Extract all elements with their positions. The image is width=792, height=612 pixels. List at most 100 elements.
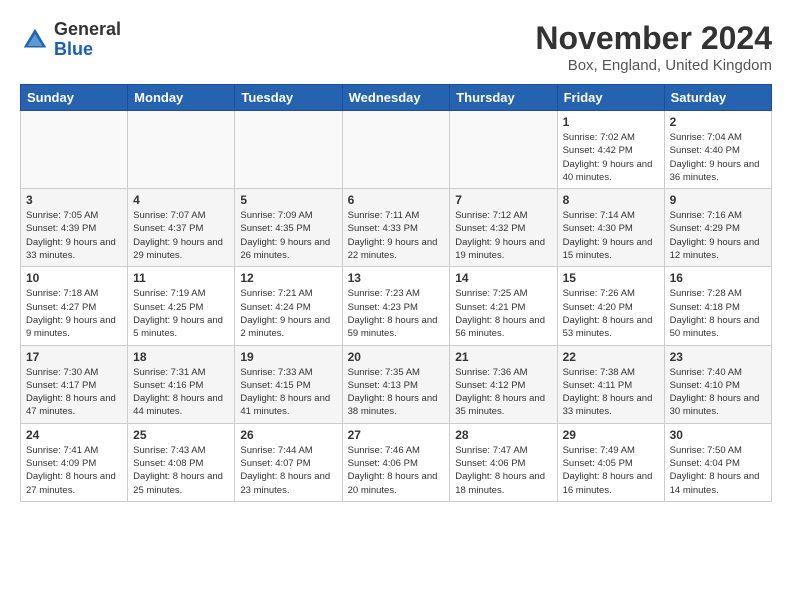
day-number: 28 (455, 428, 551, 442)
day-info: Sunrise: 7:11 AM Sunset: 4:33 PM Dayligh… (348, 209, 445, 262)
calendar-day-cell: 27 Sunrise: 7:46 AM Sunset: 4:06 PM Dayli… (342, 423, 450, 501)
calendar-day-cell (450, 111, 557, 189)
day-info: Sunrise: 7:28 AM Sunset: 4:18 PM Dayligh… (670, 287, 766, 340)
day-info: Sunrise: 7:30 AM Sunset: 4:17 PM Dayligh… (26, 366, 122, 419)
calendar-day-cell: 7 Sunrise: 7:12 AM Sunset: 4:32 PM Daylig… (450, 189, 557, 267)
calendar-header-cell: Sunday (21, 85, 128, 111)
calendar-header-cell: Thursday (450, 85, 557, 111)
day-number: 21 (455, 350, 551, 364)
day-number: 1 (563, 115, 659, 129)
calendar-day-cell: 11 Sunrise: 7:19 AM Sunset: 4:25 PM Dayli… (128, 267, 235, 345)
day-number: 5 (240, 193, 336, 207)
day-number: 7 (455, 193, 551, 207)
day-number: 24 (26, 428, 122, 442)
calendar-day-cell: 17Sunrise: 7:30 AM Sunset: 4:17 PM Dayli… (21, 345, 128, 423)
calendar-week-row: 1 Sunrise: 7:02 AM Sunset: 4:42 PM Daylig… (21, 111, 772, 189)
day-info: Sunrise: 7:26 AM Sunset: 4:20 PM Dayligh… (563, 287, 659, 340)
day-info: Sunrise: 7:19 AM Sunset: 4:25 PM Dayligh… (133, 287, 229, 340)
calendar-day-cell (342, 111, 450, 189)
calendar-day-cell (235, 111, 342, 189)
day-number: 2 (670, 115, 766, 129)
day-number: 14 (455, 271, 551, 285)
calendar-day-cell: 23 Sunrise: 7:40 AM Sunset: 4:10 PM Dayli… (664, 345, 771, 423)
day-number: 4 (133, 193, 229, 207)
day-number: 25 (133, 428, 229, 442)
calendar-header-cell: Monday (128, 85, 235, 111)
logo-text: General Blue (54, 20, 121, 60)
day-info: Sunrise: 7:49 AM Sunset: 4:05 PM Dayligh… (563, 444, 659, 497)
calendar-body: 1 Sunrise: 7:02 AM Sunset: 4:42 PM Daylig… (21, 111, 772, 502)
day-info: Sunrise: 7:12 AM Sunset: 4:32 PM Dayligh… (455, 209, 551, 262)
calendar-week-row: 3Sunrise: 7:05 AM Sunset: 4:39 PM Daylig… (21, 189, 772, 267)
calendar-day-cell: 26 Sunrise: 7:44 AM Sunset: 4:07 PM Dayli… (235, 423, 342, 501)
day-info: Sunrise: 7:18 AM Sunset: 4:27 PM Dayligh… (26, 287, 122, 340)
calendar-day-cell: 12 Sunrise: 7:21 AM Sunset: 4:24 PM Dayli… (235, 267, 342, 345)
calendar-week-row: 17Sunrise: 7:30 AM Sunset: 4:17 PM Dayli… (21, 345, 772, 423)
calendar-header-cell: Saturday (664, 85, 771, 111)
day-info: Sunrise: 7:23 AM Sunset: 4:23 PM Dayligh… (348, 287, 445, 340)
calendar-day-cell: 9Sunrise: 7:16 AM Sunset: 4:29 PM Daylig… (664, 189, 771, 267)
day-info: Sunrise: 7:46 AM Sunset: 4:06 PM Dayligh… (348, 444, 445, 497)
calendar-day-cell: 4Sunrise: 7:07 AM Sunset: 4:37 PM Daylig… (128, 189, 235, 267)
day-number: 3 (26, 193, 122, 207)
day-info: Sunrise: 7:04 AM Sunset: 4:40 PM Dayligh… (670, 131, 766, 184)
calendar-day-cell: 30 Sunrise: 7:50 AM Sunset: 4:04 PM Dayli… (664, 423, 771, 501)
calendar-day-cell: 5Sunrise: 7:09 AM Sunset: 4:35 PM Daylig… (235, 189, 342, 267)
calendar-header-cell: Friday (557, 85, 664, 111)
calendar-day-cell: 2 Sunrise: 7:04 AM Sunset: 4:40 PM Daylig… (664, 111, 771, 189)
calendar-day-cell: 28Sunrise: 7:47 AM Sunset: 4:06 PM Dayli… (450, 423, 557, 501)
calendar-week-row: 10 Sunrise: 7:18 AM Sunset: 4:27 PM Dayli… (21, 267, 772, 345)
day-info: Sunrise: 7:31 AM Sunset: 4:16 PM Dayligh… (133, 366, 229, 419)
logo: General Blue (20, 20, 121, 60)
day-info: Sunrise: 7:16 AM Sunset: 4:29 PM Dayligh… (670, 209, 766, 262)
day-info: Sunrise: 7:02 AM Sunset: 4:42 PM Dayligh… (563, 131, 659, 184)
calendar-day-cell: 1 Sunrise: 7:02 AM Sunset: 4:42 PM Daylig… (557, 111, 664, 189)
calendar-day-cell (128, 111, 235, 189)
calendar-day-cell: 15Sunrise: 7:26 AM Sunset: 4:20 PM Dayli… (557, 267, 664, 345)
day-number: 18 (133, 350, 229, 364)
day-info: Sunrise: 7:44 AM Sunset: 4:07 PM Dayligh… (240, 444, 336, 497)
day-number: 29 (563, 428, 659, 442)
calendar-day-cell: 16 Sunrise: 7:28 AM Sunset: 4:18 PM Dayli… (664, 267, 771, 345)
calendar-day-cell: 10 Sunrise: 7:18 AM Sunset: 4:27 PM Dayli… (21, 267, 128, 345)
page-header: General Blue November 2024 Box, England,… (20, 20, 772, 74)
calendar-day-cell: 20 Sunrise: 7:35 AM Sunset: 4:13 PM Dayli… (342, 345, 450, 423)
day-info: Sunrise: 7:25 AM Sunset: 4:21 PM Dayligh… (455, 287, 551, 340)
day-info: Sunrise: 7:38 AM Sunset: 4:11 PM Dayligh… (563, 366, 659, 419)
calendar-header-row: SundayMondayTuesdayWednesdayThursdayFrid… (21, 85, 772, 111)
month-title: November 2024 (535, 20, 772, 57)
day-number: 20 (348, 350, 445, 364)
calendar-day-cell: 14 Sunrise: 7:25 AM Sunset: 4:21 PM Dayli… (450, 267, 557, 345)
day-info: Sunrise: 7:40 AM Sunset: 4:10 PM Dayligh… (670, 366, 766, 419)
calendar-day-cell: 19Sunrise: 7:33 AM Sunset: 4:15 PM Dayli… (235, 345, 342, 423)
calendar-day-cell: 24 Sunrise: 7:41 AM Sunset: 4:09 PM Dayli… (21, 423, 128, 501)
calendar-day-cell (21, 111, 128, 189)
calendar-header-cell: Tuesday (235, 85, 342, 111)
title-block: November 2024 Box, England, United Kingd… (535, 20, 772, 74)
calendar-day-cell: 3Sunrise: 7:05 AM Sunset: 4:39 PM Daylig… (21, 189, 128, 267)
calendar-day-cell: 21 Sunrise: 7:36 AM Sunset: 4:12 PM Dayli… (450, 345, 557, 423)
day-number: 6 (348, 193, 445, 207)
day-info: Sunrise: 7:21 AM Sunset: 4:24 PM Dayligh… (240, 287, 336, 340)
day-number: 23 (670, 350, 766, 364)
day-info: Sunrise: 7:35 AM Sunset: 4:13 PM Dayligh… (348, 366, 445, 419)
day-info: Sunrise: 7:36 AM Sunset: 4:12 PM Dayligh… (455, 366, 551, 419)
day-number: 27 (348, 428, 445, 442)
day-number: 8 (563, 193, 659, 207)
location: Box, England, United Kingdom (535, 57, 772, 74)
day-number: 12 (240, 271, 336, 285)
day-number: 16 (670, 271, 766, 285)
calendar-header-cell: Wednesday (342, 85, 450, 111)
day-info: Sunrise: 7:50 AM Sunset: 4:04 PM Dayligh… (670, 444, 766, 497)
day-number: 30 (670, 428, 766, 442)
calendar-day-cell: 18 Sunrise: 7:31 AM Sunset: 4:16 PM Dayli… (128, 345, 235, 423)
day-number: 13 (348, 271, 445, 285)
day-number: 26 (240, 428, 336, 442)
logo-icon (20, 25, 50, 55)
day-info: Sunrise: 7:41 AM Sunset: 4:09 PM Dayligh… (26, 444, 122, 497)
calendar-day-cell: 8Sunrise: 7:14 AM Sunset: 4:30 PM Daylig… (557, 189, 664, 267)
day-number: 10 (26, 271, 122, 285)
calendar-day-cell: 29 Sunrise: 7:49 AM Sunset: 4:05 PM Dayli… (557, 423, 664, 501)
calendar-table: SundayMondayTuesdayWednesdayThursdayFrid… (20, 84, 772, 502)
day-number: 11 (133, 271, 229, 285)
